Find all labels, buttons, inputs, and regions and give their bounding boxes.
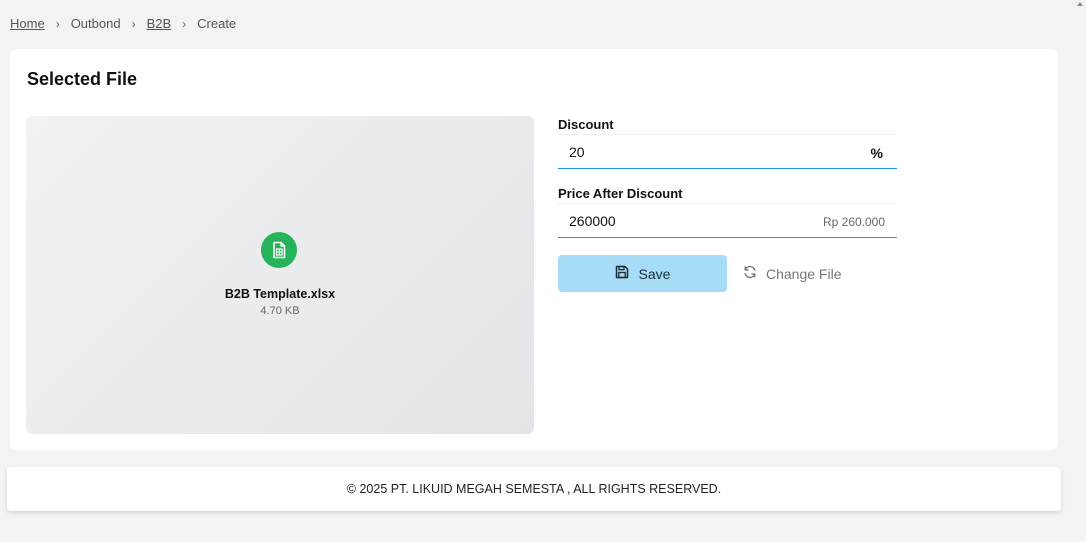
price-after-discount-input[interactable]	[558, 204, 809, 237]
breadcrumb-separator: ›	[131, 16, 136, 31]
breadcrumb-separator: ›	[182, 16, 187, 31]
selected-file-card: Selected File B2B Template.xlsx 4.70 KB …	[10, 49, 1058, 450]
file-name: B2B Template.xlsx	[224, 287, 336, 301]
change-file-button[interactable]: Change File	[743, 255, 842, 292]
spreadsheet-file-icon	[261, 232, 297, 268]
copyright-text: © 2025 PT. LIKUID MEGAH SEMESTA , ALL RI…	[346, 482, 722, 496]
discount-input[interactable]	[558, 135, 809, 168]
footer: © 2025 PT. LIKUID MEGAH SEMESTA , ALL RI…	[7, 467, 1061, 511]
change-file-label: Change File	[766, 265, 842, 282]
formatted-price: Rp 260.000	[822, 215, 885, 229]
discount-label: Discount	[558, 117, 614, 132]
discount-field: %	[558, 134, 897, 169]
price-after-discount-field: Rp 260.000	[558, 203, 897, 238]
breadcrumb-home-link[interactable]: Home	[10, 16, 45, 31]
percent-suffix: %	[870, 145, 883, 161]
save-button[interactable]: Save	[558, 255, 727, 292]
save-icon	[615, 265, 629, 282]
card-title: Selected File	[27, 69, 138, 89]
file-preview: B2B Template.xlsx 4.70 KB	[26, 116, 534, 434]
refresh-icon	[743, 265, 757, 282]
file-size: 4.70 KB	[260, 305, 300, 317]
breadcrumb-separator: ›	[55, 16, 60, 31]
save-button-label: Save	[638, 265, 671, 282]
breadcrumb-create: Create	[197, 16, 237, 31]
breadcrumb-outbond: Outbond	[70, 16, 121, 31]
breadcrumb: Home › Outbond › B2B › Create	[10, 16, 236, 31]
breadcrumb-b2b-link[interactable]: B2B	[147, 16, 172, 31]
price-after-discount-label: Price After Discount	[558, 186, 683, 201]
scroll-up-arrow[interactable]	[1077, 2, 1083, 6]
